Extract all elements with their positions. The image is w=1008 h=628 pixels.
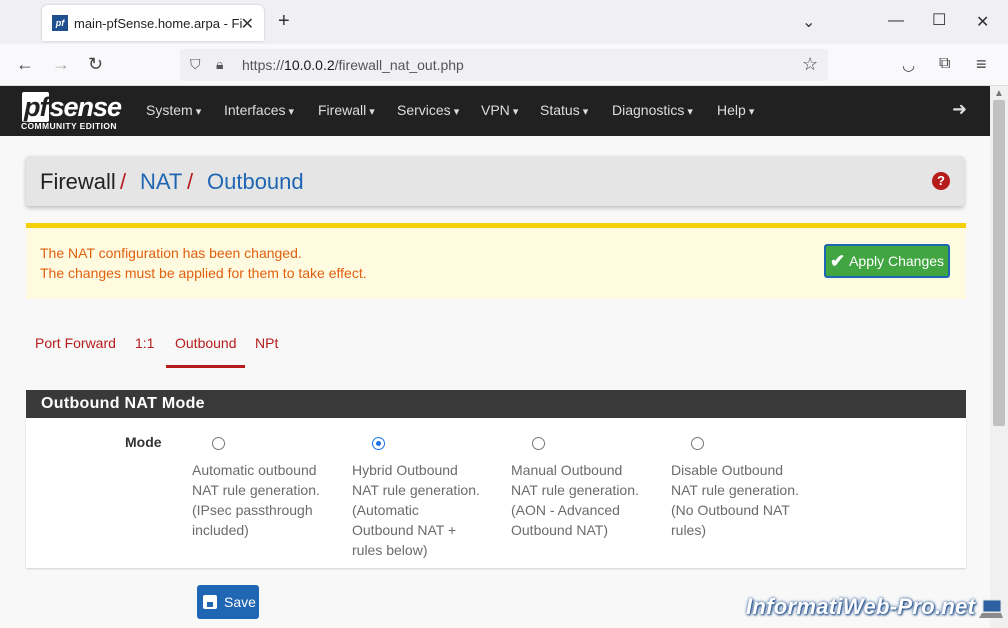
pfsense-favicon-icon: pf — [52, 15, 68, 31]
option-automatic-text: Automatic outbound NAT rule generation. … — [192, 462, 320, 538]
mode-label: Mode — [125, 434, 162, 450]
minimize-icon[interactable]: — — [888, 12, 904, 30]
browser-tab[interactable]: pf main-pfSense.home.arpa - Fire ✕ — [42, 5, 264, 41]
save-button[interactable]: Save — [197, 585, 259, 619]
radio-disable-outbound[interactable] — [691, 437, 704, 450]
maximize-icon[interactable]: ☐ — [932, 10, 946, 30]
breadcrumb-separator: / — [120, 169, 127, 194]
option-hybrid-text: Hybrid Outbound NAT rule generation. (Au… — [352, 462, 480, 558]
help-icon[interactable]: ? — [932, 172, 950, 190]
breadcrumb: Firewall / NAT / Outbound ? — [26, 156, 964, 206]
scroll-thumb[interactable] — [993, 100, 1005, 426]
window-close-icon[interactable]: ✕ — [976, 12, 989, 32]
radio-manual-outbound[interactable] — [532, 437, 545, 450]
panel-title: Outbound NAT Mode — [41, 395, 205, 412]
apply-changes-button[interactable]: ✔ Apply Changes — [824, 244, 950, 278]
scroll-up-icon[interactable]: ▲ — [994, 88, 1004, 99]
active-tab-indicator — [166, 365, 245, 368]
save-label: Save — [224, 594, 256, 610]
reload-icon[interactable]: ↻ — [88, 54, 103, 75]
menu-help[interactable]: Help — [717, 102, 754, 118]
bookmark-star-icon[interactable]: ☆ — [802, 54, 818, 75]
forward-icon[interactable]: → — [52, 54, 70, 75]
tab-outbound[interactable]: Outbound — [175, 335, 237, 351]
menu-firewall[interactable]: Firewall — [318, 102, 375, 118]
menu-diagnostics[interactable]: Diagnostics — [612, 102, 693, 118]
option-disable-text: Disable Outbound NAT rule generation. (N… — [671, 462, 799, 538]
pocket-icon[interactable]: ◡ — [902, 56, 915, 74]
tab-close-icon[interactable]: ✕ — [241, 14, 254, 34]
app-menu-icon[interactable]: ≡ — [976, 54, 987, 75]
url-text[interactable]: https://10.0.0.2/firewall_nat_out.php — [242, 57, 464, 73]
back-icon[interactable]: ← — [16, 54, 34, 75]
menu-system[interactable]: System — [146, 102, 201, 118]
alert-line-1: The NAT configuration has been changed. — [40, 245, 302, 261]
browser-nav-bar: ← → ↻ ⛉ 🔒︎ https://10.0.0.2/firewall_nat… — [0, 44, 1008, 86]
breadcrumb-outbound[interactable]: Outbound — [207, 169, 304, 195]
laptop-icon — [979, 599, 1003, 618]
logo-edition: COMMUNITY EDITION — [21, 121, 117, 131]
extensions-icon[interactable]: ⧉ — [939, 55, 950, 73]
url-bar[interactable]: ⛉ 🔒︎ https://10.0.0.2/firewall_nat_out.p… — [180, 49, 828, 81]
tab-port-forward[interactable]: Port Forward — [35, 335, 116, 351]
radio-hybrid-outbound[interactable] — [372, 437, 385, 450]
pfsense-logo[interactable]: pfsense — [22, 92, 122, 123]
changes-alert: The NAT configuration has been changed. … — [26, 223, 966, 299]
menu-interfaces[interactable]: Interfaces — [224, 102, 294, 118]
shield-icon[interactable]: ⛉ — [190, 56, 201, 73]
radio-automatic-outbound[interactable] — [212, 437, 225, 450]
breadcrumb-nat[interactable]: NAT — [140, 169, 182, 195]
menu-vpn[interactable]: VPN — [481, 102, 518, 118]
apply-changes-label: Apply Changes — [849, 253, 945, 269]
panel-body — [26, 418, 966, 568]
page-scrollbar[interactable]: ▲ — [990, 86, 1008, 628]
menu-services[interactable]: Services — [397, 102, 459, 118]
check-icon: ✔ — [830, 250, 846, 271]
watermark: InformatiWeb-Pro.net — [746, 594, 976, 619]
breadcrumb-firewall: Firewall — [40, 169, 116, 194]
tab-one-to-one[interactable]: 1:1 — [135, 335, 154, 351]
tab-npt[interactable]: NPt — [255, 335, 278, 351]
new-tab-icon[interactable]: + — [278, 10, 290, 33]
lock-icon[interactable]: 🔒︎ — [216, 56, 223, 73]
logout-icon[interactable]: ➜ — [952, 99, 967, 120]
menu-status[interactable]: Status — [540, 102, 588, 118]
panel-heading: Outbound NAT Mode — [26, 390, 966, 418]
alert-line-2: The changes must be applied for them to … — [40, 265, 367, 281]
browser-tab-bar: pf main-pfSense.home.arpa - Fire ✕ + ⌄ —… — [0, 0, 1008, 44]
breadcrumb-separator: / — [187, 169, 194, 194]
tab-list-chevron-icon[interactable]: ⌄ — [802, 12, 815, 32]
pfsense-navbar: pfsense COMMUNITY EDITION System Interfa… — [0, 86, 990, 136]
floppy-disk-icon — [203, 595, 217, 609]
tab-title: main-pfSense.home.arpa - Fire — [74, 15, 242, 31]
option-manual-text: Manual Outbound NAT rule generation. (AO… — [511, 462, 639, 538]
